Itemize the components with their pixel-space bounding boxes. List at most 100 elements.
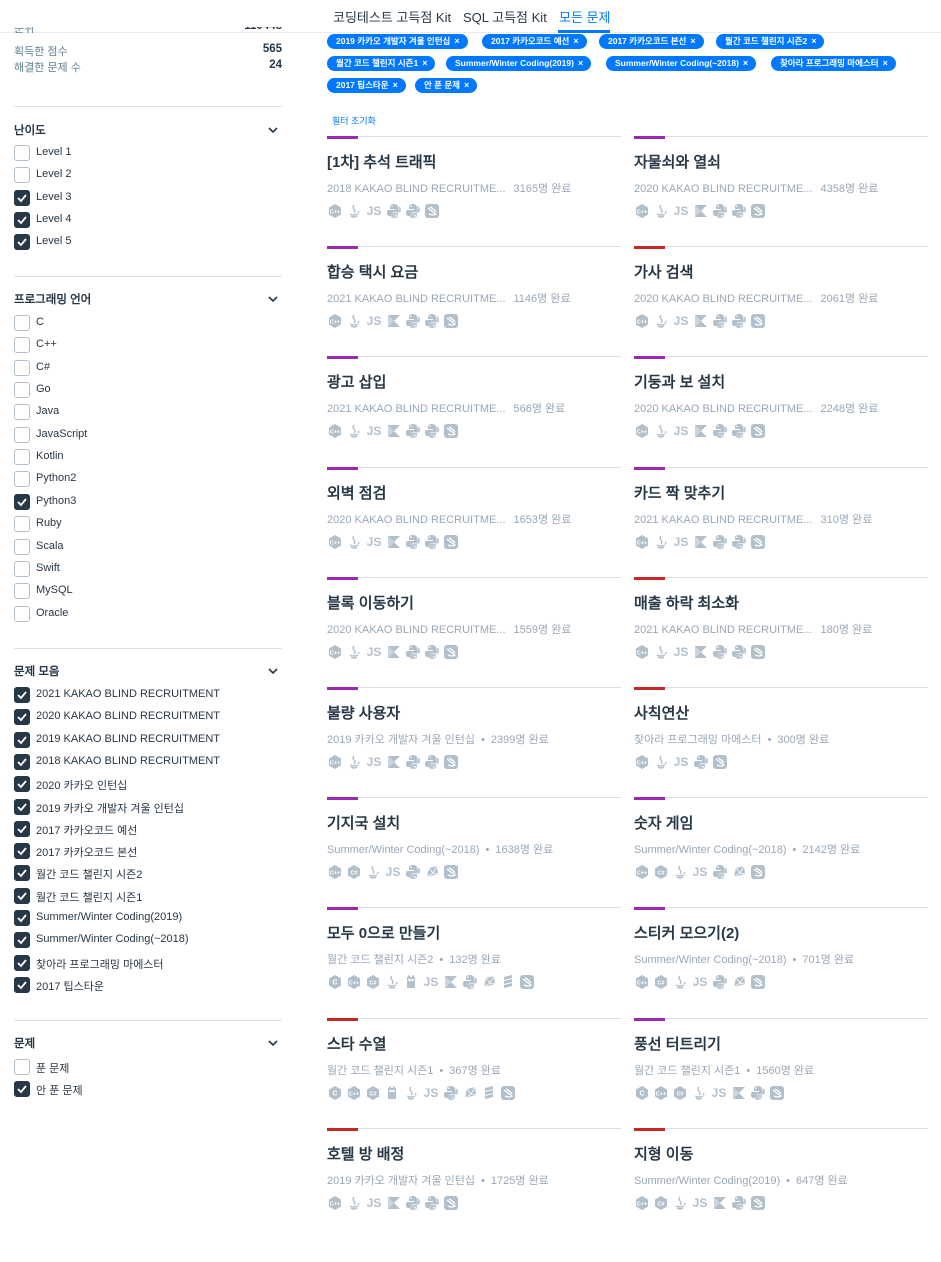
tab-all-problems[interactable]: 모든 문제 xyxy=(559,7,610,26)
close-icon[interactable]: × xyxy=(422,58,427,68)
checkbox-checked[interactable] xyxy=(14,887,30,904)
problem-title[interactable]: 스티커 모으기(2) xyxy=(634,922,739,943)
problem-card[interactable]: 숫자 게임 Summer/Winter Coding(~2018) • 2142명 완… xyxy=(634,797,928,907)
checkbox[interactable] xyxy=(14,145,30,161)
tab-coding-test-kit[interactable]: 코딩테스트 고득점 Kit xyxy=(333,7,451,26)
filter-tag[interactable]: 월간 코드 챌린지 시즌1 × xyxy=(327,56,436,71)
problem-card[interactable]: [1차] 추석 트래픽 2018 KAKAO BLIND RECRUITME...… xyxy=(327,136,621,246)
problem-card[interactable]: 가사 검색 2020 KAKAO BLIND RECRUITME... 2061명 … xyxy=(634,246,928,356)
checkbox[interactable] xyxy=(14,167,30,184)
chevron-down-icon[interactable] xyxy=(268,1038,278,1048)
close-icon[interactable]: × xyxy=(743,58,748,68)
checkbox-checked[interactable] xyxy=(14,910,30,926)
filter-tag[interactable]: 안 푼 문제 × xyxy=(415,78,478,93)
checkbox[interactable] xyxy=(14,471,30,488)
close-icon[interactable]: × xyxy=(578,58,583,68)
checkbox-checked[interactable] xyxy=(14,954,30,971)
checkbox-checked[interactable] xyxy=(14,709,30,726)
close-icon[interactable]: × xyxy=(454,36,459,46)
problem-card[interactable]: 스타 수열 월간 코드 챌린지 시즌1 • 367명 완료 C C++ C# JS xyxy=(327,1017,621,1128)
checkbox-checked[interactable] xyxy=(14,820,30,837)
checkbox-checked[interactable] xyxy=(14,731,30,748)
problem-card[interactable]: 기지국 설치 Summer/Winter Coding(~2018) • 1638명 … xyxy=(327,797,621,907)
filter-tag[interactable]: 2017 카카오코드 본선 × xyxy=(599,34,704,49)
problem-card[interactable]: 외벽 점검 2020 KAKAO BLIND RECRUITME... 1653명 … xyxy=(327,466,621,577)
close-icon[interactable]: × xyxy=(811,36,816,46)
checkbox[interactable] xyxy=(14,315,30,331)
checkbox-checked[interactable] xyxy=(14,189,30,206)
tab-sql-kit[interactable]: SQL 고득점 Kit xyxy=(463,7,547,26)
checkbox[interactable] xyxy=(14,516,30,533)
problem-title[interactable]: 블록 이동하기 xyxy=(327,592,414,613)
filter-tag[interactable]: 2017 팁스타운 × xyxy=(327,78,406,93)
problem-title[interactable]: 풍선 터트리기 xyxy=(634,1033,721,1054)
filter-section-title-collection[interactable]: 문제 모음 xyxy=(14,663,282,681)
problem-title[interactable]: 기둥과 보 설치 xyxy=(634,371,725,392)
checkbox-checked[interactable] xyxy=(14,843,30,860)
chevron-down-icon[interactable] xyxy=(268,666,278,676)
checkbox-checked[interactable] xyxy=(14,865,30,882)
problem-card[interactable]: 지형 이동 Summer/Winter Coding(2019) • 647명 완료 C… xyxy=(634,1127,928,1238)
reset-filters-link[interactable]: 필터 초기화 xyxy=(332,114,376,127)
checkbox[interactable] xyxy=(14,538,30,555)
checkbox[interactable] xyxy=(14,560,30,577)
chevron-down-icon[interactable] xyxy=(268,125,278,135)
problem-title[interactable]: 스타 수열 xyxy=(327,1033,386,1054)
checkbox-checked[interactable] xyxy=(14,1081,30,1097)
problem-title[interactable]: 불량 사용자 xyxy=(327,702,400,723)
filter-tag[interactable]: 2019 카카오 개발자 겨울 인턴십 × xyxy=(327,34,468,49)
checkbox-checked[interactable] xyxy=(14,234,30,251)
problem-card[interactable]: 사칙연산 찾아라 프로그래밍 마에스터 • 300명 완료 C++ JS xyxy=(634,687,928,797)
problem-title[interactable]: 자물쇠와 열쇠 xyxy=(634,151,721,172)
problem-card[interactable]: 기둥과 보 설치 2020 KAKAO BLIND RECRUITME... 224… xyxy=(634,356,928,466)
checkbox-checked[interactable] xyxy=(14,798,30,815)
problem-card[interactable]: 블록 이동하기 2020 KAKAO BLIND RECRUITME... 1559… xyxy=(327,576,621,687)
filter-section-title-language[interactable]: 프로그래밍 언어 xyxy=(14,291,282,309)
problem-title[interactable]: [1차] 추석 트래픽 xyxy=(327,151,436,172)
checkbox[interactable] xyxy=(14,382,30,399)
close-icon[interactable]: × xyxy=(573,36,578,46)
filter-tag[interactable]: Summer/Winter Coding(2019) × xyxy=(446,56,592,71)
checkbox-checked[interactable] xyxy=(14,753,30,770)
checkbox[interactable] xyxy=(14,426,30,443)
problem-title[interactable]: 지형 이동 xyxy=(634,1143,693,1164)
problem-title[interactable]: 매출 하락 최소화 xyxy=(634,592,739,613)
problem-title[interactable]: 합승 택시 요금 xyxy=(327,261,418,282)
problem-title[interactable]: 사칙연산 xyxy=(634,702,689,723)
filter-tag[interactable]: 찾아라 프로그래밍 마에스터 × xyxy=(771,56,896,71)
problem-title[interactable]: 숫자 게임 xyxy=(634,812,693,833)
problem-card[interactable]: 카드 짝 맞추기 2021 KAKAO BLIND RECRUITME... 310… xyxy=(634,466,928,577)
filter-tag[interactable]: 월간 코드 챌린지 시즌2 × xyxy=(716,34,825,49)
problem-card[interactable]: 합승 택시 요금 2021 KAKAO BLIND RECRUITME... 114… xyxy=(327,246,621,356)
checkbox[interactable] xyxy=(14,583,30,600)
problem-card[interactable]: 풍선 터트리기 월간 코드 챌린지 시즌1 • 1560명 완료 C C++ C# JS xyxy=(634,1017,928,1128)
problem-title[interactable]: 카드 짝 맞추기 xyxy=(634,482,725,503)
checkbox-checked[interactable] xyxy=(14,493,30,510)
problem-card[interactable]: 불량 사용자 2019 카카오 개발자 겨울 인턴십 • 2399명 완료 C++ JS xyxy=(327,687,621,797)
problem-card[interactable]: 호텔 방 배정 2019 카카오 개발자 겨울 인턴십 • 1725명 완료 C++ JS xyxy=(327,1127,621,1238)
problem-card[interactable]: 스티커 모으기(2) Summer/Winter Coding(~2018) • 70… xyxy=(634,907,928,1017)
checkbox[interactable] xyxy=(14,337,30,354)
checkbox[interactable] xyxy=(14,449,30,466)
chevron-down-icon[interactable] xyxy=(268,294,278,304)
checkbox-checked[interactable] xyxy=(14,211,30,228)
problem-title[interactable]: 광고 삽입 xyxy=(327,371,386,392)
problem-card[interactable]: 모두 0으로 만들기 월간 코드 챌린지 시즌2 • 132명 완료 C C++ C# JS xyxy=(327,907,621,1017)
filter-tag[interactable]: Summer/Winter Coding(~2018) × xyxy=(606,56,757,71)
problem-title[interactable]: 외벽 점검 xyxy=(327,482,386,503)
checkbox-checked[interactable] xyxy=(14,932,30,949)
close-icon[interactable]: × xyxy=(883,58,888,68)
filter-section-title-solved[interactable]: 문제 xyxy=(14,1035,282,1053)
filter-tag[interactable]: 2017 카카오코드 예선 × xyxy=(482,34,587,49)
problem-card[interactable]: 자물쇠와 열쇠 2020 KAKAO BLIND RECRUITME... 4358… xyxy=(634,136,928,246)
close-icon[interactable]: × xyxy=(464,80,469,90)
close-icon[interactable]: × xyxy=(393,80,398,90)
problem-title[interactable]: 가사 검색 xyxy=(634,261,693,282)
problem-title[interactable]: 모두 0으로 만들기 xyxy=(327,922,440,943)
filter-section-title-difficulty[interactable]: 난이도 xyxy=(14,122,282,140)
close-icon[interactable]: × xyxy=(690,36,695,46)
checkbox-checked[interactable] xyxy=(14,776,30,793)
problem-title[interactable]: 기지국 설치 xyxy=(327,812,400,833)
problem-title[interactable]: 호텔 방 배정 xyxy=(327,1143,404,1164)
checkbox-checked[interactable] xyxy=(14,687,30,703)
